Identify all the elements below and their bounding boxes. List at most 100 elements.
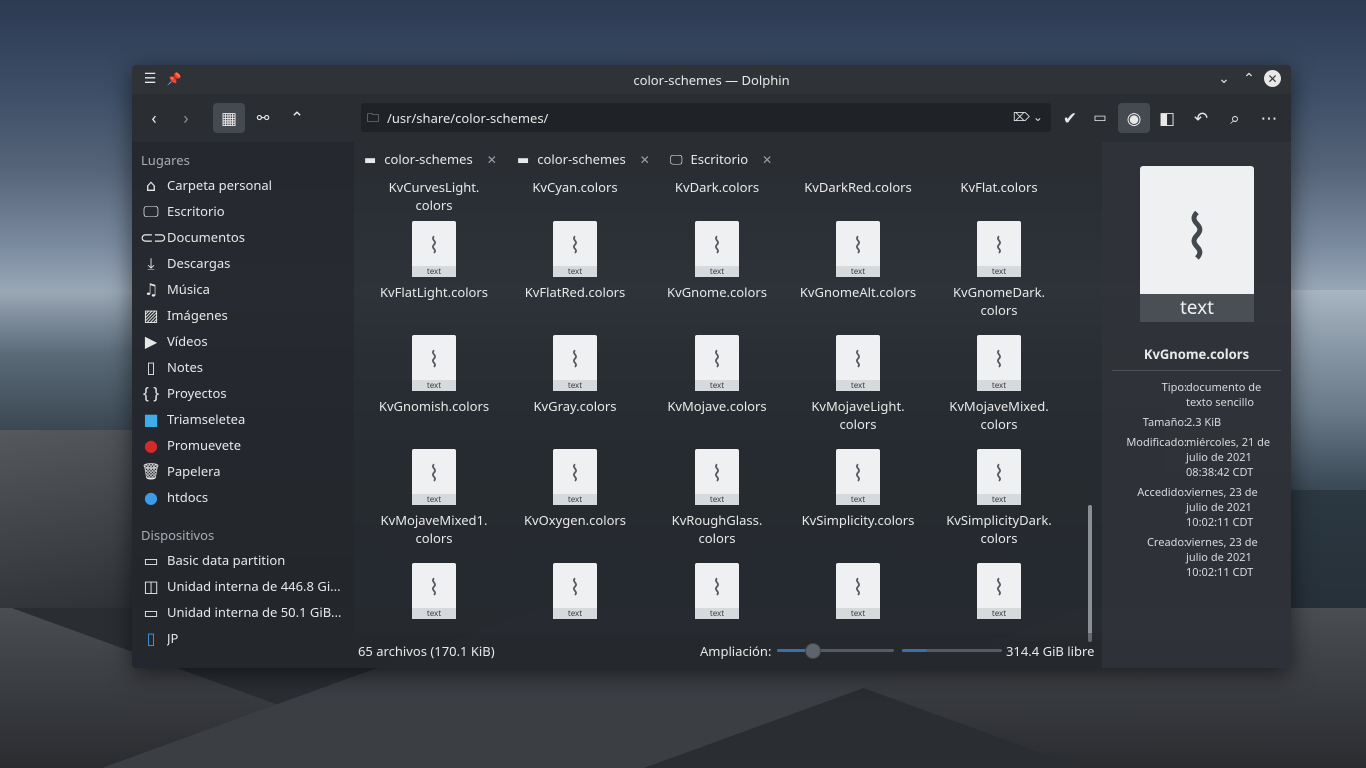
maximize-icon[interactable]: ⌃ [1240, 70, 1258, 88]
file-item[interactable]: KvCurvesLight. colors [364, 178, 504, 214]
file-item[interactable]: ⌇ text KvGnome.colors [647, 221, 787, 301]
text-file-icon: ⌇ text [695, 221, 739, 277]
file-item[interactable]: ⌇ text KvOxygen.colors [505, 449, 645, 529]
sidebar-item-internal-446[interactable]: ◫ Unidad interna de 446.8 Gi... [140, 574, 350, 598]
split-pane-icon[interactable]: ◧ [1151, 103, 1183, 133]
forward-button[interactable]: › [170, 103, 202, 133]
titlebar: ☰ 📌 color-schemes — Dolphin ⌄ ⌃ ✕ [132, 65, 1291, 94]
braces-icon: { } [142, 382, 160, 404]
preview-eye-icon[interactable]: ◉ [1118, 103, 1150, 133]
free-space-fill [902, 649, 927, 652]
tab-color-schemes-2[interactable]: ▬ color-schemes ✕ [517, 142, 650, 176]
text-file-icon: ⌇ text [695, 449, 739, 505]
info-file-name: KvGnome.colors [1143, 345, 1250, 363]
file-item[interactable]: ⌇ text [929, 563, 1069, 619]
close-tab-icon[interactable]: ✕ [640, 151, 650, 168]
tab-color-schemes-1[interactable]: ▬ color-schemes ✕ [364, 142, 497, 176]
sidebar-item-notes[interactable]: ▯ Notes [140, 355, 350, 379]
file-preview: ⌇ text [1140, 166, 1254, 322]
file-item[interactable]: ⌇ text KvFlatRed.colors [505, 221, 645, 301]
sidebar-item-videos[interactable]: ▶ Vídeos [140, 329, 350, 353]
status-summary: 65 archivos (170.1 KiB) [358, 642, 495, 660]
file-item[interactable]: KvCyan.colors [505, 178, 645, 196]
file-item[interactable]: ⌇ text KvMojaveLight. colors [788, 335, 928, 433]
sidebar-item-documents[interactable]: ⊂⊃ Documentos [140, 225, 350, 249]
text-file-icon: ⌇ text [412, 449, 456, 505]
sidebar-item-triamseletea[interactable]: ■ Triamseletea [140, 407, 350, 431]
file-item[interactable]: ⌇ text [647, 563, 787, 619]
sidebar-item-promuevete[interactable]: ● Promuevete [140, 433, 350, 457]
file-item[interactable]: ⌇ text KvGnomish.colors [364, 335, 504, 415]
file-item[interactable]: ⌇ text KvRoughGlass. colors [647, 449, 787, 547]
confirm-icon[interactable]: ✔ [1054, 103, 1086, 133]
videos-icon: ▶ [144, 330, 158, 352]
red-circle-icon: ● [144, 434, 158, 456]
text-file-icon: ⌇ text [553, 449, 597, 505]
places-dropdown-icon[interactable]: ⌦ ⌄ [1013, 108, 1043, 125]
music-icon: ♫ [143, 278, 159, 300]
documents-icon: ⊂⊃ [140, 226, 167, 248]
zoom-slider-handle[interactable] [805, 643, 822, 659]
file-item[interactable]: ⌇ text KvGray.colors [505, 335, 645, 415]
sidebar-item-projects[interactable]: { } Proyectos [140, 381, 350, 405]
dolphin-window: ☰ 📌 color-schemes — Dolphin ⌄ ⌃ ✕ ‹ › ▦ … [132, 65, 1291, 668]
home-icon: ⌂ [145, 174, 157, 196]
file-item[interactable]: ⌇ text KvMojaveMixed. colors [929, 335, 1069, 433]
close-tab-icon[interactable]: ✕ [762, 151, 772, 168]
file-item[interactable]: ⌇ text KvGnomeAlt.colors [788, 221, 928, 301]
back-button[interactable]: ‹ [138, 103, 170, 133]
phone-icon: ▯ [146, 627, 156, 649]
text-file-icon: ⌇ text [977, 335, 1021, 391]
file-item[interactable]: ⌇ text KvSimplicity.colors [788, 449, 928, 529]
free-space-text: 314.4 GiB libre [1006, 642, 1095, 660]
sidebar-item-trash[interactable]: 🗑 Papelera [140, 459, 350, 483]
sidebar-item-basic-data[interactable]: ▭ Basic data partition [140, 548, 350, 572]
text-file-icon: ⌇ text [412, 563, 456, 619]
undo-icon[interactable]: ↶ [1185, 103, 1217, 133]
file-item[interactable]: ⌇ text KvMojaveMixed1. colors [364, 449, 504, 547]
file-item[interactable]: KvFlat.colors [929, 178, 1069, 196]
file-item[interactable]: ⌇ text KvSimplicityDark. colors [929, 449, 1069, 547]
split-view-icon[interactable]: ⚯ [247, 103, 279, 133]
search-icon[interactable]: ⌕ [1219, 103, 1251, 133]
trash-icon: 🗑 [140, 460, 162, 482]
file-item[interactable]: ⌇ text KvFlatLight.colors [364, 221, 504, 301]
drive-icon: ▭ [143, 549, 159, 571]
text-file-icon: ⌇ text [695, 335, 739, 391]
file-item[interactable]: KvDarkRed.colors [788, 178, 928, 196]
text-file-icon: ⌇ text [695, 563, 739, 619]
close-icon[interactable]: ✕ [1264, 70, 1281, 87]
sidebar-item-desktop[interactable]: 🖵 Escritorio [140, 199, 350, 223]
minimize-icon[interactable]: ⌄ [1215, 70, 1233, 88]
sidebar-item-jp[interactable]: ▯ JP [140, 626, 350, 650]
sidebar-item-htdocs[interactable]: ● htdocs [140, 485, 350, 509]
sidebar-item-home[interactable]: ⌂ Carpeta personal [140, 173, 350, 197]
icons-view-icon[interactable]: ▦ [213, 103, 245, 133]
go-up-icon[interactable]: ⌃ [281, 103, 313, 133]
sidebar-item-internal-50[interactable]: ▭ Unidad interna de 50.1 GiB... [140, 600, 350, 624]
file-item[interactable]: ⌇ text KvMojave.colors [647, 335, 787, 415]
file-item[interactable]: ⌇ text [364, 563, 504, 619]
more-icon[interactable]: ⋯ [1253, 103, 1285, 133]
file-item[interactable]: ⌇ text KvGnomeDark. colors [929, 221, 1069, 319]
terminal-icon[interactable]: ▭ [1084, 103, 1116, 133]
vertical-scrollbar[interactable] [1088, 505, 1092, 642]
zoom-slider[interactable] [777, 643, 894, 659]
sidebar-item-pictures[interactable]: ▨ Imágenes [140, 303, 350, 327]
location-bar[interactable]: 🗀 /usr/share/color-schemes/ ⌦ ⌄ [361, 103, 1051, 132]
notes-icon: ▯ [146, 356, 156, 378]
status-bar: 65 archivos (170.1 KiB) Ampliación: 314.… [354, 633, 1102, 668]
file-grid: KvCurvesLight. colors KvCyan.colors KvDa… [354, 176, 1080, 633]
file-item[interactable]: KvDark.colors [647, 178, 787, 196]
free-space-bar [902, 649, 1002, 652]
file-item[interactable]: ⌇ text [505, 563, 645, 619]
sidebar-item-downloads[interactable]: ⤓ Descargas [140, 251, 350, 275]
close-tab-icon[interactable]: ✕ [487, 151, 497, 168]
file-item[interactable]: ⌇ text [788, 563, 928, 619]
sidebar-item-music[interactable]: ♫ Música [140, 277, 350, 301]
zoom-label: Ampliación: [700, 642, 772, 660]
text-file-icon: ⌇ text [836, 221, 880, 277]
tab-escritorio[interactable]: 🖵 Escritorio ✕ [670, 142, 772, 176]
divider [1112, 370, 1281, 371]
preview-type-label: text [1140, 294, 1254, 322]
